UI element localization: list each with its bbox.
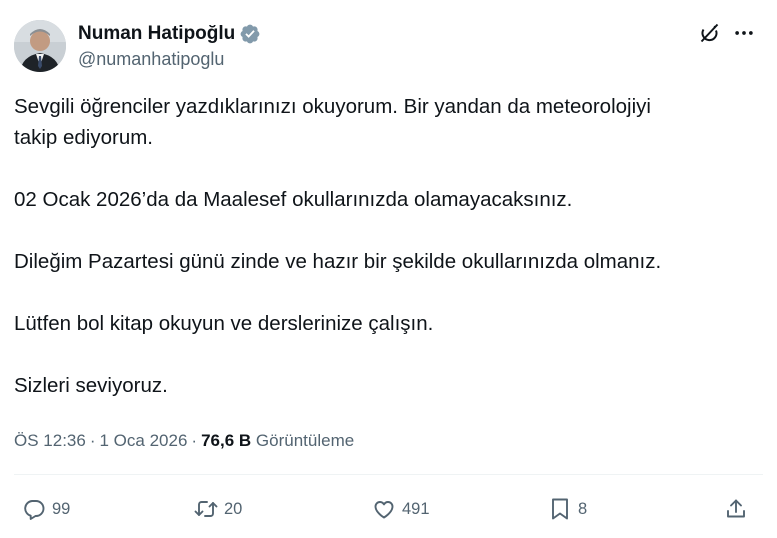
- author-name-row: Numan Hatipoğlu: [78, 20, 261, 48]
- tweet-time[interactable]: ÖS 12:36: [14, 431, 86, 450]
- share-icon: [723, 496, 749, 522]
- more-icon[interactable]: [731, 20, 757, 46]
- tweet-date[interactable]: 1 Oca 2026: [100, 431, 188, 450]
- reply-button[interactable]: 99: [21, 494, 70, 524]
- tweet-line: takip ediyorum.: [14, 126, 154, 149]
- reply-icon: [21, 496, 47, 522]
- views-count: 76,6 B: [201, 431, 252, 450]
- like-count: 491: [402, 499, 430, 518]
- share-button[interactable]: [723, 494, 749, 524]
- repost-button[interactable]: 20: [193, 494, 242, 524]
- like-button[interactable]: 491: [371, 494, 430, 524]
- repost-icon: [193, 496, 219, 522]
- author-handle[interactable]: @numanhatipoglu: [78, 49, 224, 70]
- tweet-meta: ÖS 12:36 · 1 Oca 2026 · 76,6 B Görüntüleme: [14, 430, 354, 452]
- tweet-line: 02 Ocak 2026’da da Maalesef okullarınızd…: [14, 188, 573, 211]
- grok-icon[interactable]: [696, 20, 722, 46]
- tweet-line: Dileğim Pazartesi günü zinde ve hazır bi…: [14, 250, 662, 273]
- tweet-line: Sevgili öğrenciler yazdıklarınızı okuyor…: [14, 95, 651, 118]
- meta-separator: ·: [191, 431, 198, 450]
- avatar[interactable]: [14, 20, 66, 72]
- author-name[interactable]: Numan Hatipoğlu: [78, 23, 235, 45]
- bookmark-icon: [547, 496, 573, 522]
- verified-badge-icon: [239, 23, 261, 45]
- meta-separator: ·: [89, 431, 96, 450]
- tweet-line: Sizleri seviyoruz.: [14, 374, 168, 397]
- tweet-text: Sevgili öğrenciler yazdıklarınızı okuyor…: [14, 91, 764, 401]
- divider: [14, 474, 763, 475]
- tweet-line: Lütfen bol kitap okuyun ve derslerinize …: [14, 312, 434, 335]
- reply-count: 99: [52, 499, 71, 518]
- bookmark-count: 8: [578, 499, 588, 518]
- views-label: Görüntüleme: [255, 431, 355, 450]
- repost-count: 20: [224, 499, 243, 518]
- heart-icon: [371, 496, 397, 522]
- bookmark-button[interactable]: 8: [547, 494, 587, 524]
